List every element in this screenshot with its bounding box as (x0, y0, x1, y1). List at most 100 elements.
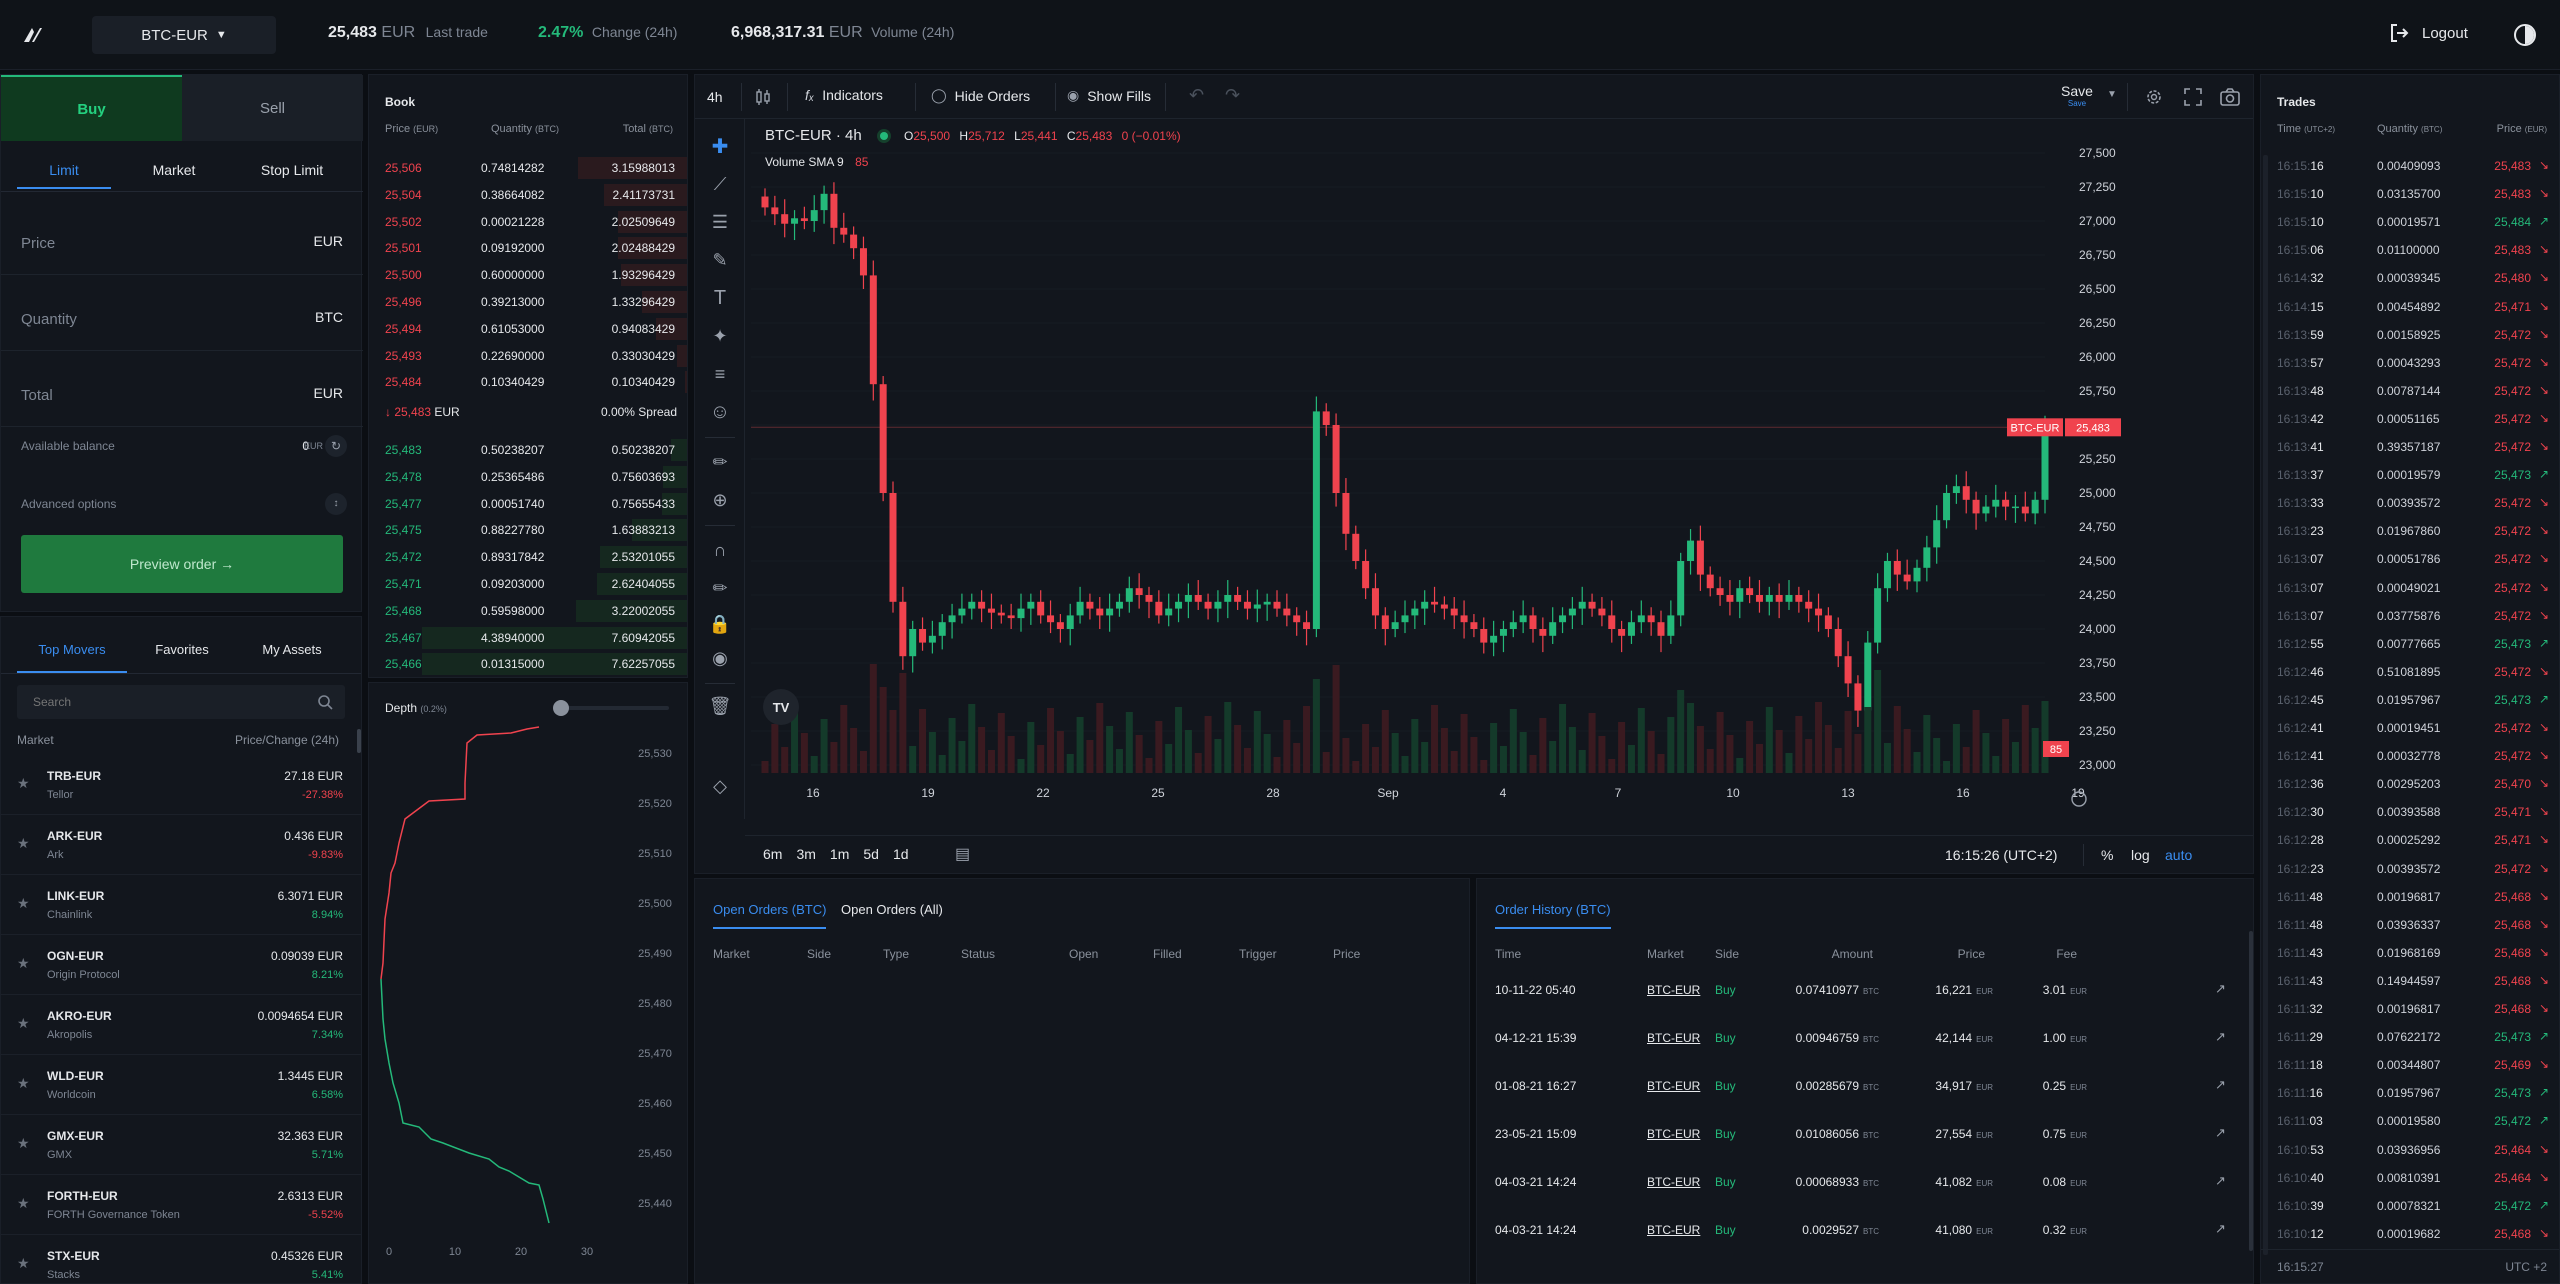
search-input[interactable] (17, 685, 307, 719)
horizontal-lines-icon[interactable]: ☰ (705, 207, 735, 237)
depth-slider[interactable] (553, 700, 669, 716)
star-icon[interactable]: ★ (17, 1195, 30, 1212)
magnet-icon[interactable]: ∩ (705, 535, 735, 565)
tab-order-history[interactable]: Order History (BTC) (1495, 893, 1611, 929)
text-tool-icon[interactable]: T (705, 283, 735, 313)
market-tab[interactable]: Market (127, 155, 221, 189)
refresh-icon[interactable]: ↻ (325, 435, 347, 457)
market-list-item[interactable]: ★ STX-EUR Stacks 0.45326 EUR 5.41% (1, 1237, 361, 1283)
lock-icon[interactable]: 🔒 (705, 609, 735, 639)
tab-open-orders-btc[interactable]: Open Orders (BTC) (713, 893, 827, 929)
book-row[interactable]: 25,477 0.00051740 0.75655433 (369, 491, 687, 517)
book-row[interactable]: 25,496 0.39213000 1.33296429 (369, 289, 687, 315)
book-row[interactable]: 25,501 0.09192000 2.02488429 (369, 235, 687, 261)
scrollbar[interactable] (357, 729, 361, 753)
book-row[interactable]: 25,471 0.09203000 2.62404055 (369, 571, 687, 597)
camera-icon[interactable] (2219, 87, 2241, 107)
save-button[interactable]: Save Save (2051, 83, 2103, 108)
book-row[interactable]: 25,472 0.89317842 2.53201055 (369, 544, 687, 570)
emoji-icon[interactable]: ☺ (705, 397, 735, 427)
indicators-button[interactable]: fₓ Indicators (805, 87, 883, 103)
trend-line-icon[interactable]: ⟋ (705, 169, 735, 199)
star-icon[interactable]: ★ (17, 895, 30, 912)
save-menu-chevron-icon[interactable]: ▼ (2107, 89, 2117, 100)
candle-type-icon[interactable] (753, 87, 773, 107)
book-row[interactable]: 25,484 0.10340429 0.10340429 (369, 369, 687, 395)
book-row[interactable]: 25,468 0.59598000 3.22002055 (369, 598, 687, 624)
brush-icon[interactable]: ✎ (705, 245, 735, 275)
history-market-link[interactable]: BTC-EUR (1647, 1031, 1700, 1045)
star-icon[interactable]: ★ (17, 835, 30, 852)
redo-icon[interactable]: ↷ (1225, 85, 1240, 106)
goto-date-icon[interactable]: ▤ (955, 844, 970, 864)
book-row[interactable]: 25,483 0.50238207 0.50238207 (369, 437, 687, 463)
tab-my-assets[interactable]: My Assets (245, 631, 339, 673)
star-icon[interactable]: ★ (17, 1075, 30, 1092)
history-market-link[interactable]: BTC-EUR (1647, 1079, 1700, 1093)
range-button[interactable]: 5d (863, 846, 879, 862)
market-list-item[interactable]: ★ ARK-EUR Ark 0.436 EUR -9.83% (1, 817, 361, 875)
percent-scale-button[interactable]: % (2101, 847, 2113, 863)
history-market-link[interactable]: BTC-EUR (1647, 1127, 1700, 1141)
scrollbar[interactable] (2249, 931, 2253, 1251)
visibility-icon[interactable]: ◉ (705, 643, 735, 673)
star-icon[interactable]: ★ (17, 775, 30, 792)
undo-icon[interactable]: ↶ (1189, 85, 1204, 106)
book-row[interactable]: 25,467 4.38940000 7.60942055 (369, 625, 687, 651)
logo-icon[interactable] (20, 22, 46, 48)
external-link-icon[interactable]: ↗ (2215, 1221, 2226, 1237)
external-link-icon[interactable]: ↗ (2215, 1125, 2226, 1141)
limit-tab[interactable]: Limit (17, 155, 111, 189)
market-list-item[interactable]: ★ LINK-EUR Chainlink 6.3071 EUR 8.94% (1, 877, 361, 935)
book-row[interactable]: 25,504 0.38664082 2.41173731 (369, 182, 687, 208)
preview-order-button[interactable]: Preview order → (21, 535, 343, 593)
log-scale-button[interactable]: log (2131, 847, 2150, 863)
book-row[interactable]: 25,478 0.25365486 0.75603693 (369, 464, 687, 490)
logout-button[interactable]: Logout (2388, 22, 2468, 44)
star-icon[interactable]: ★ (17, 1255, 30, 1272)
range-button[interactable]: 6m (763, 846, 782, 862)
history-market-link[interactable]: BTC-EUR (1647, 983, 1700, 997)
book-row[interactable]: 25,500 0.60000000 1.93296429 (369, 262, 687, 288)
trash-icon[interactable]: 🗑 (705, 691, 735, 721)
external-link-icon[interactable]: ↗ (2215, 1173, 2226, 1189)
auto-scale-button[interactable]: auto (2165, 847, 2192, 863)
market-list-item[interactable]: ★ OGN-EUR Origin Protocol 0.09039 EUR 8.21% (1, 937, 361, 995)
tab-favorites[interactable]: Favorites (137, 631, 227, 673)
star-icon[interactable]: ★ (17, 955, 30, 972)
book-row[interactable]: 25,506 0.74814282 3.15988013 (369, 155, 687, 181)
pair-selector[interactable]: BTC-EUR ▼ (92, 16, 276, 54)
fullscreen-icon[interactable] (2183, 87, 2203, 107)
tab-top-movers[interactable]: Top Movers (17, 631, 127, 673)
forecast-icon[interactable]: ≡ (705, 359, 735, 389)
sell-tab[interactable]: Sell (182, 75, 363, 141)
book-row[interactable]: 25,502 0.00021228 2.02509649 (369, 209, 687, 235)
market-list-item[interactable]: ★ AKRO-EUR Akropolis 0.0094654 EUR 7.34% (1, 997, 361, 1055)
star-icon[interactable]: ★ (17, 1135, 30, 1152)
external-link-icon[interactable]: ↗ (2215, 1077, 2226, 1093)
tab-open-orders-all[interactable]: Open Orders (All) (841, 893, 943, 929)
advanced-options[interactable]: Advanced options ↕ (21, 493, 347, 521)
external-link-icon[interactable]: ↗ (2215, 1029, 2226, 1045)
book-row[interactable]: 25,475 0.88227780 1.63883213 (369, 517, 687, 543)
price-field[interactable]: Price EUR (1, 215, 363, 275)
layers-icon[interactable]: ◇ (705, 771, 735, 801)
market-list-item[interactable]: ★ WLD-EUR Worldcoin 1.3445 EUR 6.58% (1, 1057, 361, 1115)
price-chart[interactable]: 27,500 27,250 27,000 26,750 26,500 26,250 26,0… (745, 119, 2254, 843)
ruler-icon[interactable]: ✏ (705, 447, 735, 477)
settings-gear-icon[interactable] (2143, 86, 2165, 108)
total-field[interactable]: Total EUR (1, 367, 363, 427)
lock-drawing-icon[interactable]: ✏ (705, 573, 735, 603)
range-button[interactable]: 1d (893, 846, 909, 862)
stop-limit-tab[interactable]: Stop Limit (237, 155, 347, 189)
buy-tab[interactable]: Buy (1, 75, 182, 141)
depth-slider-handle[interactable] (553, 700, 569, 716)
book-row[interactable]: 25,493 0.22690000 0.33030429 (369, 343, 687, 369)
star-icon[interactable]: ★ (17, 1015, 30, 1032)
range-button[interactable]: 3m (796, 846, 815, 862)
crosshair-icon[interactable]: ✚ (705, 131, 735, 161)
history-market-link[interactable]: BTC-EUR (1647, 1223, 1700, 1237)
show-fills-button[interactable]: ◉ Show Fills (1067, 87, 1151, 104)
pattern-icon[interactable]: ✦ (705, 321, 735, 351)
book-row[interactable]: 25,466 0.01315000 7.62257055 (369, 651, 687, 677)
